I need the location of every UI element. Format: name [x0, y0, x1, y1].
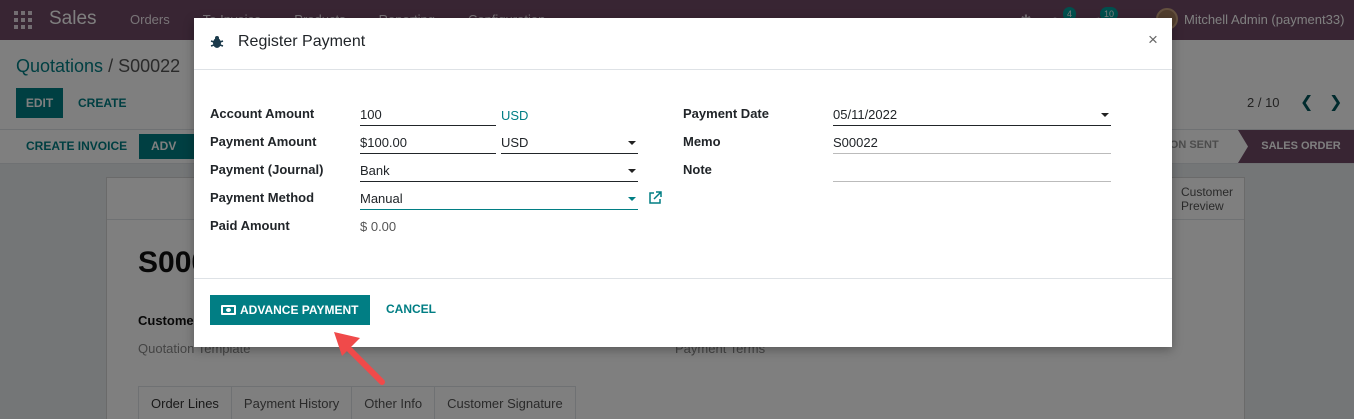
payment-journal-select[interactable]: Bank [360, 161, 638, 182]
account-amount-label: Account Amount [210, 106, 315, 121]
chevron-down-icon [628, 197, 636, 201]
payment-method-value: Manual [360, 191, 403, 206]
money-icon [221, 305, 236, 315]
account-amount-currency: USD [501, 108, 529, 123]
bug-icon [210, 36, 224, 48]
payment-journal-value: Bank [360, 163, 390, 178]
payment-amount-label: Payment Amount [210, 134, 317, 149]
advance-payment-button[interactable]: ADVANCE PAYMENT [210, 295, 370, 325]
note-label: Note [683, 162, 712, 177]
note-input[interactable] [833, 161, 1111, 182]
currency-value: USD [501, 135, 529, 150]
currency-select[interactable]: USD [501, 133, 638, 154]
payment-amount-input[interactable]: $100.00 [360, 133, 496, 154]
chevron-down-icon [1101, 113, 1109, 117]
payment-date-value: 05/11/2022 [833, 107, 898, 122]
payment-method-label: Payment Method [210, 190, 315, 205]
payment-method-select[interactable]: Manual [360, 189, 638, 210]
advance-payment-label: ADVANCE PAYMENT [240, 303, 359, 317]
chevron-down-icon [628, 141, 636, 145]
dialog-title: Register Payment [238, 33, 366, 50]
memo-input[interactable]: S00022 [833, 133, 1111, 154]
payment-date-label: Payment Date [683, 106, 769, 121]
register-payment-dialog: Register Payment × Account Amount 100 US… [194, 18, 1172, 347]
account-amount-input[interactable]: 100 [360, 105, 496, 126]
paid-amount-label: Paid Amount [210, 218, 290, 233]
memo-label: Memo [683, 134, 721, 149]
dialog-header: Register Payment × [194, 18, 1172, 70]
chevron-down-icon [628, 169, 636, 173]
payment-journal-label: Payment (Journal) [210, 162, 324, 177]
payment-date-input[interactable]: 05/11/2022 [833, 105, 1111, 126]
cancel-button[interactable]: CANCEL [386, 302, 436, 316]
external-link-icon[interactable] [648, 191, 662, 205]
paid-amount-value: $ 0.00 [360, 219, 397, 234]
close-icon[interactable]: × [1148, 30, 1158, 50]
pointer-arrow-icon [334, 332, 385, 385]
